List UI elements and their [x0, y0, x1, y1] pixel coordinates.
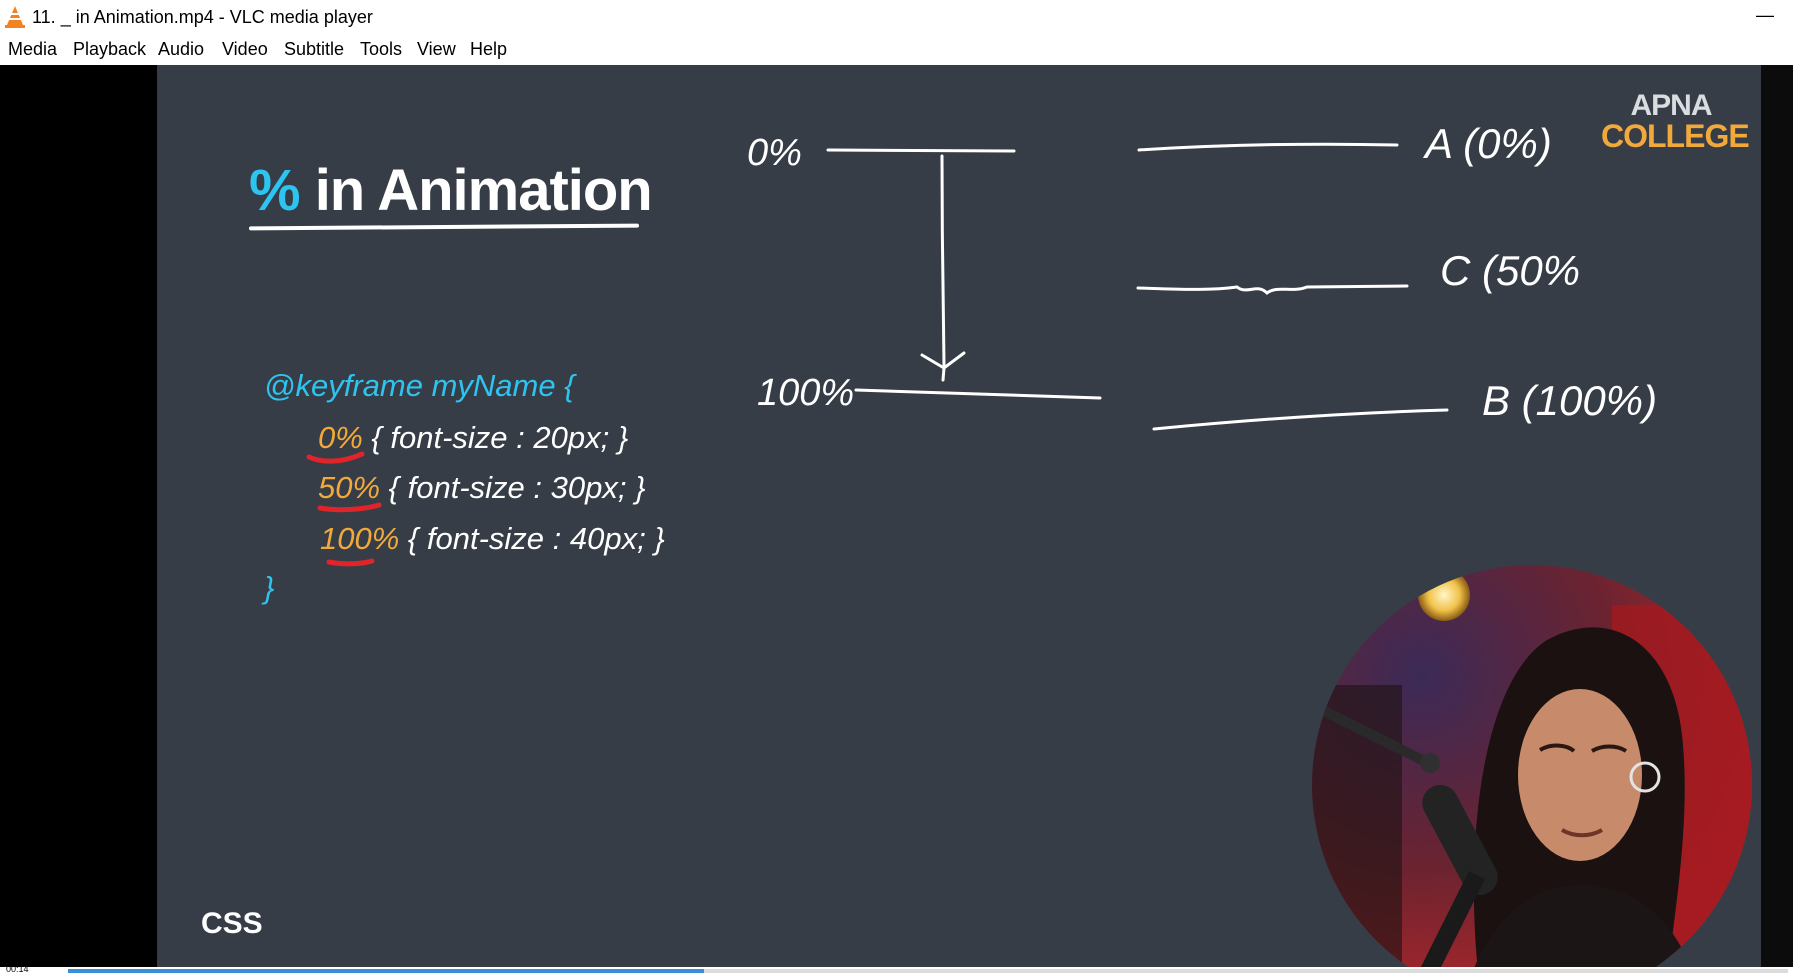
apna-college-logo: APNA COLLEGE	[1601, 89, 1750, 154]
menu-view[interactable]: View	[417, 39, 456, 60]
menu-bar: Media Playback Audio Video Subtitle Tool…	[0, 34, 1793, 65]
handwritten-label-a: A (0%)	[1422, 120, 1552, 167]
menu-subtitle[interactable]: Subtitle	[284, 39, 344, 60]
menu-audio[interactable]: Audio	[158, 39, 204, 60]
presenter-image	[1312, 565, 1752, 967]
vlc-cone-icon	[5, 6, 25, 28]
video-area[interactable]: % in Animation @keyframe myName { 0% { f…	[0, 65, 1793, 967]
menu-video[interactable]: Video	[222, 39, 268, 60]
window-title: 11. _ in Animation.mp4 - VLC media playe…	[32, 7, 373, 27]
seek-slider[interactable]	[68, 969, 1788, 973]
handwritten-label-c: C (50%	[1440, 247, 1580, 294]
slide-footer-label: CSS	[201, 907, 263, 940]
handwritten-0-percent: 0%	[747, 132, 802, 174]
handwritten-diagram: 0% 100% A (0%) C (50% B (100%)	[747, 120, 1657, 431]
brand-line1: APNA	[1630, 89, 1712, 122]
presenter-webcam	[1312, 565, 1752, 967]
menu-media[interactable]: Media	[8, 39, 57, 60]
menu-tools[interactable]: Tools	[360, 39, 402, 60]
elapsed-time: 00:14	[6, 964, 29, 974]
handwritten-label-b: B (100%)	[1482, 377, 1657, 424]
video-right-edge	[1761, 65, 1793, 967]
handwritten-100-percent: 100%	[757, 372, 854, 414]
menu-help[interactable]: Help	[470, 39, 507, 60]
seek-slider-fill	[68, 969, 705, 973]
menu-playback[interactable]: Playback	[73, 39, 146, 60]
lecture-slide: % in Animation @keyframe myName { 0% { f…	[157, 65, 1761, 967]
brand-line2: COLLEGE	[1601, 118, 1750, 154]
title-bar: 11. _ in Animation.mp4 - VLC media playe…	[0, 0, 1793, 34]
minimize-button[interactable]: —	[1737, 0, 1793, 34]
seek-bar-area: 00:14	[0, 964, 1793, 974]
